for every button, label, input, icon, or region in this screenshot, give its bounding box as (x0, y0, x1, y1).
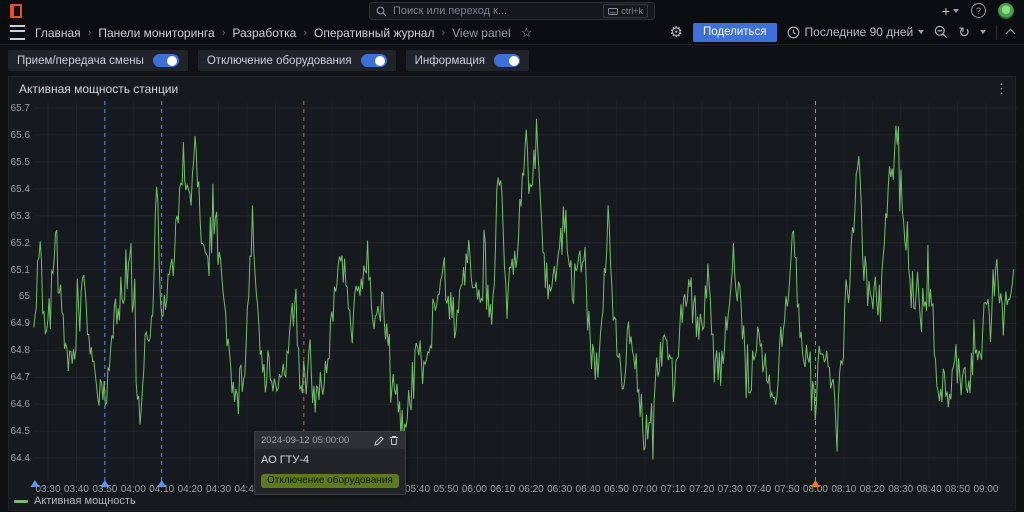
user-avatar[interactable] (998, 3, 1014, 19)
y-tick-label: 64.9 (9, 318, 30, 329)
time-range-picker[interactable]: Последние 90 дней (787, 25, 925, 39)
search-placeholder: Поиск или переход к... (393, 5, 507, 17)
timeseries-chart[interactable] (9, 77, 1017, 512)
annotation-tooltip-body: АО ГТУ-4 Отключение оборудования (255, 449, 405, 494)
filter-label: Информация (415, 55, 485, 67)
star-icon[interactable]: ☆ (521, 25, 533, 41)
filter-label: Отключение оборудования (207, 55, 352, 67)
keyboard-shortcut-chip: ctrl+k (603, 4, 648, 18)
chevron-right-icon: › (441, 27, 445, 39)
y-tick-label: 64.8 (9, 345, 30, 356)
chart-legend[interactable]: Активная мощность (14, 495, 136, 507)
chevron-down-icon[interactable] (980, 30, 986, 34)
chevron-down-icon (918, 30, 924, 34)
filter-shift-handover: Прием/передача смены (8, 50, 188, 71)
nav-bar: Главная › Панели мониторинга › Разработк… (0, 21, 1024, 45)
share-button[interactable]: Поделиться (693, 23, 777, 43)
toolbar-divider (996, 25, 997, 40)
toggle-shift-handover[interactable] (153, 54, 179, 67)
refresh-icon[interactable]: ↻ (958, 24, 970, 41)
chart-panel: Активная мощность станции ⋮ 65.765.665.5… (8, 76, 1016, 511)
breadcrumb-home[interactable]: Главная (35, 26, 81, 40)
chevron-right-icon: › (303, 27, 307, 39)
filter-label: Прием/передача смены (17, 55, 144, 67)
y-tick-label: 64.4 (9, 453, 30, 464)
shortcut-label: ctrl+k (621, 6, 643, 16)
zoom-out-icon[interactable] (934, 25, 948, 39)
breadcrumb-view-panel: View panel (452, 26, 511, 40)
annotation-tooltip-header: 2024-09-12 05:00:00 (255, 432, 405, 449)
series-color-swatch (14, 500, 28, 503)
search-icon (376, 6, 387, 17)
y-tick-label: 65 (9, 291, 30, 302)
add-menu-button[interactable]: + (942, 4, 959, 18)
toggle-equipment-shutdown[interactable] (361, 54, 387, 67)
breadcrumb-journal[interactable]: Оперативный журнал (314, 26, 434, 40)
keyboard-icon (608, 8, 618, 15)
y-tick-label: 65.6 (9, 130, 30, 141)
app-logo[interactable] (10, 4, 22, 18)
breadcrumb-dashboards[interactable]: Панели мониторинга (98, 26, 214, 40)
y-tick-label: 65.3 (9, 211, 30, 222)
chevron-up-icon[interactable] (1006, 29, 1016, 39)
y-tick-label: 64.5 (9, 426, 30, 437)
breadcrumb: Главная › Панели мониторинга › Разработк… (35, 26, 511, 40)
y-tick-label: 65.2 (9, 238, 30, 249)
top-bar: Поиск или переход к... ctrl+k + ? (0, 0, 1024, 21)
annotation-tooltip: 2024-09-12 05:00:00 АО ГТУ-4 Отключение … (254, 431, 406, 495)
series-line (34, 119, 1014, 460)
annotation-filters: Прием/передача смены Отключение оборудов… (0, 45, 1024, 76)
y-tick-label: 65.7 (9, 103, 30, 114)
chevron-down-icon (953, 9, 959, 13)
filter-equipment-shutdown: Отключение оборудования (198, 50, 396, 71)
y-tick-label: 64.6 (9, 399, 30, 410)
y-tick-label: 64.7 (9, 372, 30, 383)
help-icon[interactable]: ? (971, 3, 986, 18)
gear-icon[interactable]: ⚙ (670, 25, 683, 40)
toggle-information[interactable] (494, 54, 520, 67)
chevron-right-icon: › (88, 27, 92, 39)
edit-annotation-icon[interactable] (374, 436, 384, 446)
search-input[interactable]: Поиск или переход к... ctrl+k (369, 2, 655, 20)
chevron-right-icon: › (222, 27, 226, 39)
delete-annotation-icon[interactable] (389, 435, 399, 446)
annotation-tag[interactable]: Отключение оборудования (261, 474, 399, 488)
y-tick-label: 65.1 (9, 265, 30, 276)
y-tick-label: 65.4 (9, 184, 30, 195)
x-tick-label: 09:00 (966, 484, 1006, 495)
annotation-datetime: 2024-09-12 05:00:00 (261, 435, 349, 446)
filter-information: Информация (406, 50, 529, 71)
annotation-title: АО ГТУ-4 (261, 454, 399, 466)
menu-icon[interactable] (10, 25, 25, 40)
plus-icon: + (942, 4, 950, 18)
series-legend-label: Активная мощность (34, 495, 136, 507)
breadcrumb-development[interactable]: Разработка (232, 26, 296, 40)
clock-icon (787, 26, 800, 39)
time-range-label: Последние 90 дней (805, 25, 914, 39)
y-tick-label: 65.5 (9, 157, 30, 168)
